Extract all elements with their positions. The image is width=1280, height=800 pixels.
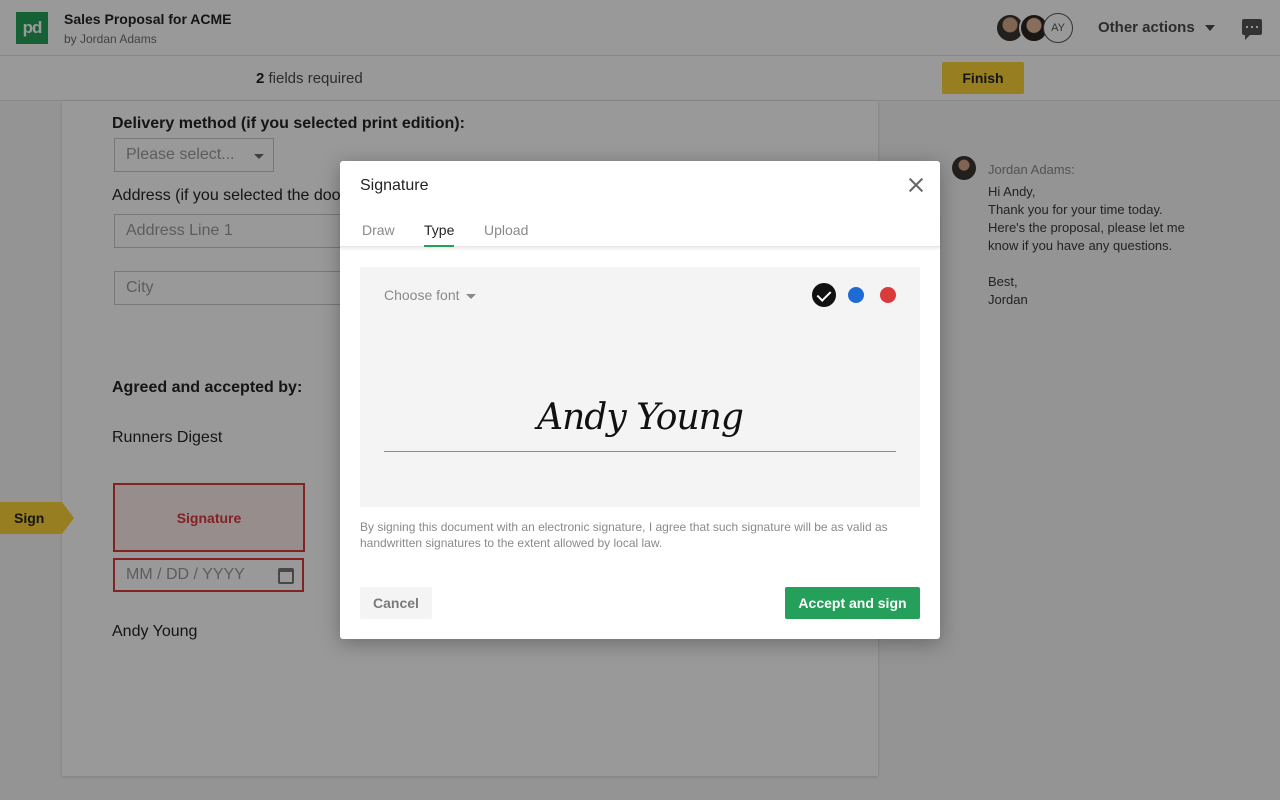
choose-font-dropdown[interactable]: Choose font	[384, 287, 476, 303]
color-blue[interactable]	[848, 287, 864, 303]
tab-upload[interactable]: Upload	[484, 222, 528, 245]
signature-baseline	[384, 451, 896, 452]
tab-type[interactable]: Type	[424, 222, 455, 247]
cancel-button[interactable]: Cancel	[360, 587, 432, 619]
signature-modal: Signature Draw Type Upload Choose font A…	[340, 161, 940, 639]
legal-disclaimer: By signing this document with an electro…	[360, 520, 888, 550]
accept-and-sign-button[interactable]: Accept and sign	[785, 587, 920, 619]
close-icon[interactable]	[906, 175, 926, 195]
signature-tabs: Draw Type Upload	[340, 213, 940, 247]
typed-signature: Andy Young	[537, 397, 744, 438]
color-black-selected[interactable]	[812, 283, 836, 307]
color-red[interactable]	[880, 287, 896, 303]
choose-font-label: Choose font	[384, 287, 460, 303]
tab-draw[interactable]: Draw	[362, 222, 395, 245]
chevron-down-icon	[465, 293, 476, 299]
modal-title: Signature	[360, 177, 429, 194]
signature-canvas[interactable]: Choose font Andy Young	[360, 267, 920, 507]
